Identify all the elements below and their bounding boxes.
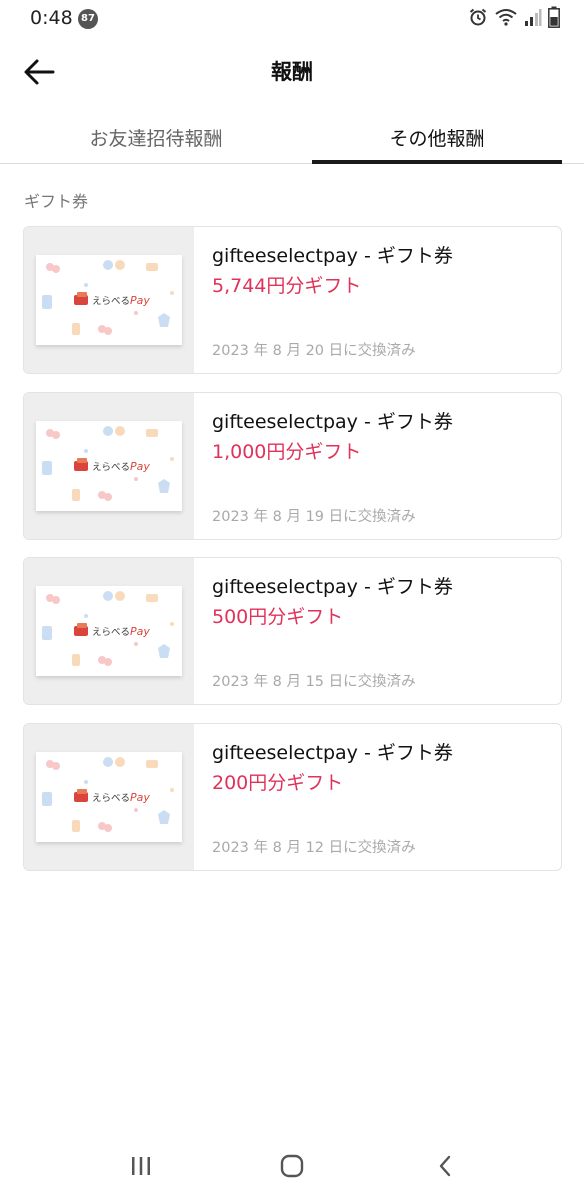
reward-amount: 500円分ギフト [212, 606, 344, 628]
reward-exchange-date: 2023 年 8 月 15 日に交換済み [212, 674, 416, 690]
chevron-left-icon [439, 1155, 451, 1177]
status-icons [468, 6, 560, 28]
system-nav-bar [0, 1140, 584, 1190]
notification-count-badge: 87 [78, 9, 98, 29]
gift-card-image: えらべる Pay [36, 752, 182, 842]
reward-title: gifteeselectpay - ギフト券 [212, 576, 453, 598]
card-logo-text-jp: えらべる [92, 296, 130, 307]
battery-icon [548, 6, 560, 28]
card-thumbnail: えらべる Pay [24, 558, 194, 704]
recents-button[interactable] [111, 1146, 171, 1186]
card-logo-text-jp: えらべる [92, 627, 130, 638]
card-logo-text-pay: Pay [130, 460, 150, 473]
erabe-pay-card-art: えらべる Pay [42, 591, 174, 666]
reward-exchange-date: 2023 年 8 月 20 日に交換済み [212, 343, 416, 359]
section-label: ギフト券 [24, 192, 89, 211]
status-bar: 0:48 87 [0, 0, 584, 36]
card-logo-text-pay: Pay [130, 294, 150, 307]
signal-icon [525, 9, 542, 26]
tab-bar: お友達招待報酬 その他報酬 [0, 110, 584, 164]
wifi-icon [495, 9, 517, 26]
reward-card[interactable]: えらべる Pay gifteeselectpay - ギフト券 5,744円分ギ… [23, 226, 562, 374]
tab-other-rewards[interactable]: その他報酬 [312, 110, 562, 164]
reward-exchange-date: 2023 年 8 月 19 日に交換済み [212, 509, 416, 525]
erabe-pay-card-art: えらべる Pay [42, 426, 174, 501]
home-button[interactable] [262, 1146, 322, 1186]
active-tab-indicator [312, 160, 562, 164]
card-logo-text-jp: えらべる [92, 793, 130, 804]
app-header: 報酬 [0, 40, 584, 104]
card-logo-text-jp: えらべる [92, 462, 130, 473]
reward-card[interactable]: えらべる Pay gifteeselectpay - ギフト券 500円分ギフト… [23, 557, 562, 705]
reward-amount: 5,744円分ギフト [212, 275, 362, 297]
erabe-pay-card-art: えらべる Pay [42, 757, 174, 832]
card-thumbnail: えらべる Pay [24, 227, 194, 373]
reward-title: gifteeselectpay - ギフト券 [212, 742, 453, 764]
reward-card[interactable]: えらべる Pay gifteeselectpay - ギフト券 1,000円分ギ… [23, 392, 562, 540]
card-logo-text-pay: Pay [130, 625, 150, 638]
reward-amount: 200円分ギフト [212, 772, 344, 794]
tab-friend-referral-rewards[interactable]: お友達招待報酬 [0, 110, 312, 164]
alarm-icon [469, 8, 487, 26]
card-thumbnail: えらべる Pay [24, 724, 194, 870]
page-title: 報酬 [271, 60, 313, 84]
card-logo-text-pay: Pay [130, 791, 150, 804]
reward-title: gifteeselectpay - ギフト券 [212, 411, 453, 433]
erabe-pay-card-art: えらべる Pay [42, 260, 174, 335]
reward-card[interactable]: えらべる Pay gifteeselectpay - ギフト券 200円分ギフト… [23, 723, 562, 871]
system-back-button[interactable] [415, 1146, 475, 1186]
gift-card-image: えらべる Pay [36, 586, 182, 676]
home-icon [280, 1154, 304, 1178]
recents-icon [132, 1157, 150, 1175]
card-thumbnail: えらべる Pay [24, 393, 194, 539]
gift-card-image: えらべる Pay [36, 255, 182, 345]
reward-amount: 1,000円分ギフト [212, 441, 362, 463]
reward-exchange-date: 2023 年 8 月 12 日に交換済み [212, 840, 416, 856]
status-time: 0:48 [30, 7, 73, 29]
gift-card-image: えらべる Pay [36, 421, 182, 511]
reward-title: gifteeselectpay - ギフト券 [212, 245, 453, 267]
